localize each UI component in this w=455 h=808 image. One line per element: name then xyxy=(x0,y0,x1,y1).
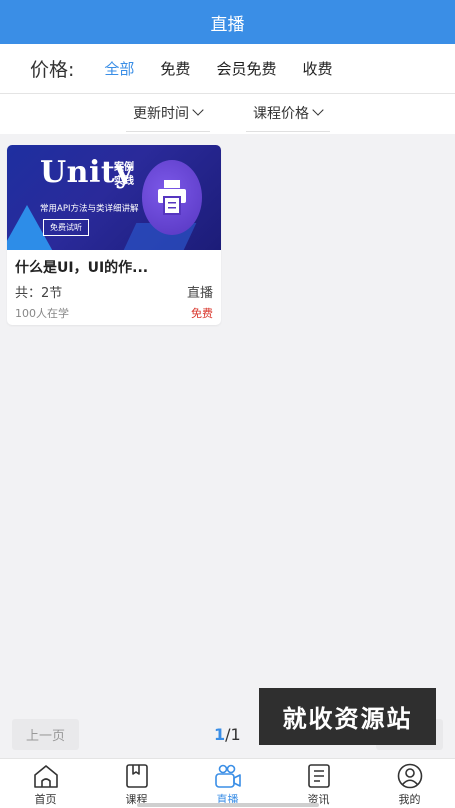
camera-icon xyxy=(214,764,241,788)
page-indicator: 1/1 xyxy=(214,725,241,744)
price-option-member-free[interactable]: 会员免费 xyxy=(216,58,276,79)
tab-live[interactable]: 直播 xyxy=(182,759,273,808)
current-page: 1 xyxy=(214,725,226,744)
sort-course-price-label: 课程价格 xyxy=(253,105,309,122)
tab-courses[interactable]: 课程 xyxy=(91,759,182,808)
course-title: 什么是UI，UI的作... xyxy=(15,260,149,276)
tab-mine[interactable]: 我的 xyxy=(364,759,455,808)
tab-home[interactable]: 首页 xyxy=(0,759,91,808)
sort-course-price[interactable]: 课程价格 xyxy=(245,94,330,132)
tab-mine-label: 我的 xyxy=(398,793,421,806)
price-option-paid[interactable]: 收费 xyxy=(302,58,332,79)
home-icon xyxy=(33,765,58,788)
user-icon xyxy=(397,763,422,789)
total-pages: /1 xyxy=(225,725,241,744)
chevron-down-icon xyxy=(192,104,204,116)
thumbnail-trial-badge: 免费试听 xyxy=(43,219,89,236)
sort-bar: 更新时间 课程价格 xyxy=(0,94,455,134)
printer-icon xyxy=(158,180,186,215)
watermark-overlay: 就收资源站 xyxy=(259,688,436,745)
sort-update-time-label: 更新时间 xyxy=(133,105,189,122)
book-icon xyxy=(125,764,148,788)
prev-page-button[interactable]: 上一页 xyxy=(12,719,79,750)
price-filter-bar: 价格: 全部 免费 会员免费 收费 xyxy=(0,44,455,94)
course-type: 直播 xyxy=(186,286,213,301)
course-learners: 100人在学 xyxy=(15,307,69,320)
price-filter-label: 价格: xyxy=(30,59,75,81)
price-option-all[interactable]: 全部 xyxy=(104,58,134,79)
news-icon xyxy=(307,764,330,788)
thumbnail-tag: 案例实践 xyxy=(114,162,134,187)
chevron-down-icon xyxy=(312,104,324,116)
page-header: 直播 xyxy=(0,0,455,44)
home-indicator xyxy=(137,803,319,807)
course-price: 免费 xyxy=(191,307,213,320)
tab-home-label: 首页 xyxy=(34,793,57,806)
watermark-text: 就收资源站 xyxy=(282,705,413,733)
sort-update-time[interactable]: 更新时间 xyxy=(125,94,210,132)
tab-news[interactable]: 资讯 xyxy=(273,759,364,808)
bottom-tab-bar: 首页 课程 直播 资讯 我的 xyxy=(0,758,455,808)
course-lesson-count: 共：2节 xyxy=(15,286,63,301)
price-option-free[interactable]: 免费 xyxy=(160,58,190,79)
course-thumbnail: Unity 案例实践 常用API方法与类详细讲解 免费试听 xyxy=(7,145,221,250)
page-title: 直播 xyxy=(210,14,245,35)
thumbnail-subtitle: 常用API方法与类详细讲解 xyxy=(40,204,139,214)
course-card[interactable]: Unity 案例实践 常用API方法与类详细讲解 免费试听 什么是UI，UI的作… xyxy=(7,145,221,325)
